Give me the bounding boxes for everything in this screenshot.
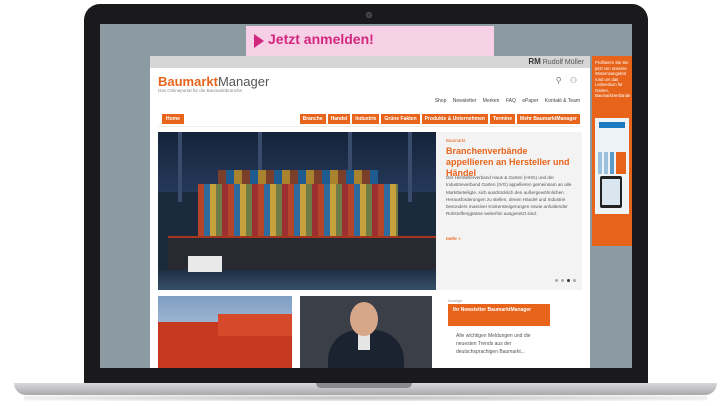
harbor-water bbox=[158, 270, 436, 290]
publisher-logo[interactable]: RM Rudolf Müller bbox=[528, 57, 584, 66]
play-arrow-icon bbox=[254, 34, 264, 48]
carousel-dot[interactable] bbox=[555, 279, 558, 282]
newsletter-body: Alle wichtigen Meldungen und die neueste… bbox=[456, 333, 531, 355]
top-nav-faq[interactable]: FAQ bbox=[506, 98, 516, 104]
nav-gruene-fakten[interactable]: Grüne Fakten bbox=[381, 114, 420, 124]
article-thumb-store[interactable] bbox=[158, 296, 292, 368]
top-nav-merken[interactable]: Merken bbox=[483, 98, 500, 104]
hero-image-container-ship[interactable] bbox=[158, 132, 436, 290]
search-user-icons[interactable]: ⚲ ⚇ bbox=[556, 76, 580, 85]
laptop-screen: Jetzt anmelden! RM Rudolf Müller Baumark… bbox=[100, 24, 632, 368]
portrait-face bbox=[350, 302, 378, 336]
top-nav-contact[interactable]: Kontakt & Team bbox=[545, 98, 580, 104]
nav-mehr[interactable]: Mehr BaumarktManager bbox=[517, 114, 580, 124]
hero-kicker: Baumarkt bbox=[446, 138, 466, 143]
tugboat bbox=[188, 256, 222, 272]
laptop-shadow bbox=[24, 395, 707, 401]
sidebar-ad-text: Profitieren Sie Sie jetzt von unseren Wi… bbox=[595, 60, 631, 98]
nav-branche[interactable]: Branche bbox=[299, 114, 326, 124]
top-nav-epaper[interactable]: ePaper bbox=[522, 98, 538, 104]
sidebar-ad-image bbox=[595, 118, 629, 214]
webcam-icon bbox=[366, 12, 372, 18]
nav-home[interactable]: Home bbox=[162, 114, 184, 124]
logo-part2: Manager bbox=[217, 74, 270, 89]
top-nav-shop[interactable]: Shop bbox=[435, 98, 447, 104]
site-tagline: Das Onlineportal für die Baumarktbranche bbox=[158, 88, 243, 93]
nav-handel[interactable]: Handel bbox=[327, 114, 351, 124]
phone-icon bbox=[600, 176, 622, 208]
crane bbox=[178, 132, 182, 202]
hero-teaser: Baumarkt Branchenverbände appellieren an… bbox=[436, 132, 582, 290]
sidebar-ad[interactable]: Profitieren Sie Sie jetzt von unseren Wi… bbox=[592, 56, 632, 246]
carousel-dot-active[interactable] bbox=[567, 279, 570, 282]
banner-text: Jetzt anmelden! bbox=[268, 31, 374, 47]
crane bbox=[408, 132, 412, 202]
rm-badge: RM bbox=[528, 57, 541, 66]
carousel-dot[interactable] bbox=[561, 279, 564, 282]
website-page: RM Rudolf Müller BaumarktManager Das Onl… bbox=[150, 56, 590, 368]
site-logo[interactable]: BaumarktManager bbox=[158, 74, 269, 89]
laptop-notch bbox=[316, 383, 412, 388]
carousel-dots bbox=[555, 279, 576, 282]
nav-produkte[interactable]: Produkte & Unternehmen bbox=[421, 114, 488, 124]
newsletter-header: Ihr Newsletter BaumarktManager bbox=[448, 304, 550, 326]
top-nav: Shop Newsletter Merken FAQ ePaper Kontak… bbox=[430, 98, 580, 104]
ad-badge bbox=[599, 122, 625, 128]
publisher-bar: RM Rudolf Müller bbox=[150, 56, 590, 68]
carousel-dot[interactable] bbox=[573, 279, 576, 282]
top-nav-newsletter[interactable]: Newsletter bbox=[453, 98, 477, 104]
nav-termine[interactable]: Termine bbox=[489, 114, 516, 124]
hero-body: Der Herstellerverband Haus & Garten (HHG… bbox=[446, 175, 572, 217]
ad-label: Anzeige bbox=[448, 298, 463, 303]
container-stack bbox=[198, 184, 398, 238]
main-nav: Home Branche Handel Industrie Grüne Fakt… bbox=[158, 112, 582, 127]
logo-part1: Baumarkt bbox=[158, 74, 218, 89]
article-thumb-portrait[interactable] bbox=[300, 296, 432, 368]
newsletter-title: Ihr Newsletter BaumarktManager bbox=[453, 307, 532, 313]
publisher-name: Rudolf Müller bbox=[542, 59, 584, 66]
hero-more-link[interactable]: mehr » bbox=[446, 236, 461, 241]
store-facade bbox=[218, 314, 292, 336]
nav-industrie[interactable]: Industrie bbox=[352, 114, 380, 124]
newsletter-box[interactable]: Ihr Newsletter BaumarktManager Alle wich… bbox=[448, 304, 550, 368]
signup-banner[interactable]: Jetzt anmelden! bbox=[246, 26, 494, 56]
phone-screen bbox=[602, 179, 620, 205]
nav-items: Branche Handel Industrie Grüne Fakten Pr… bbox=[299, 114, 580, 124]
ad-chart-graphic bbox=[598, 152, 626, 174]
